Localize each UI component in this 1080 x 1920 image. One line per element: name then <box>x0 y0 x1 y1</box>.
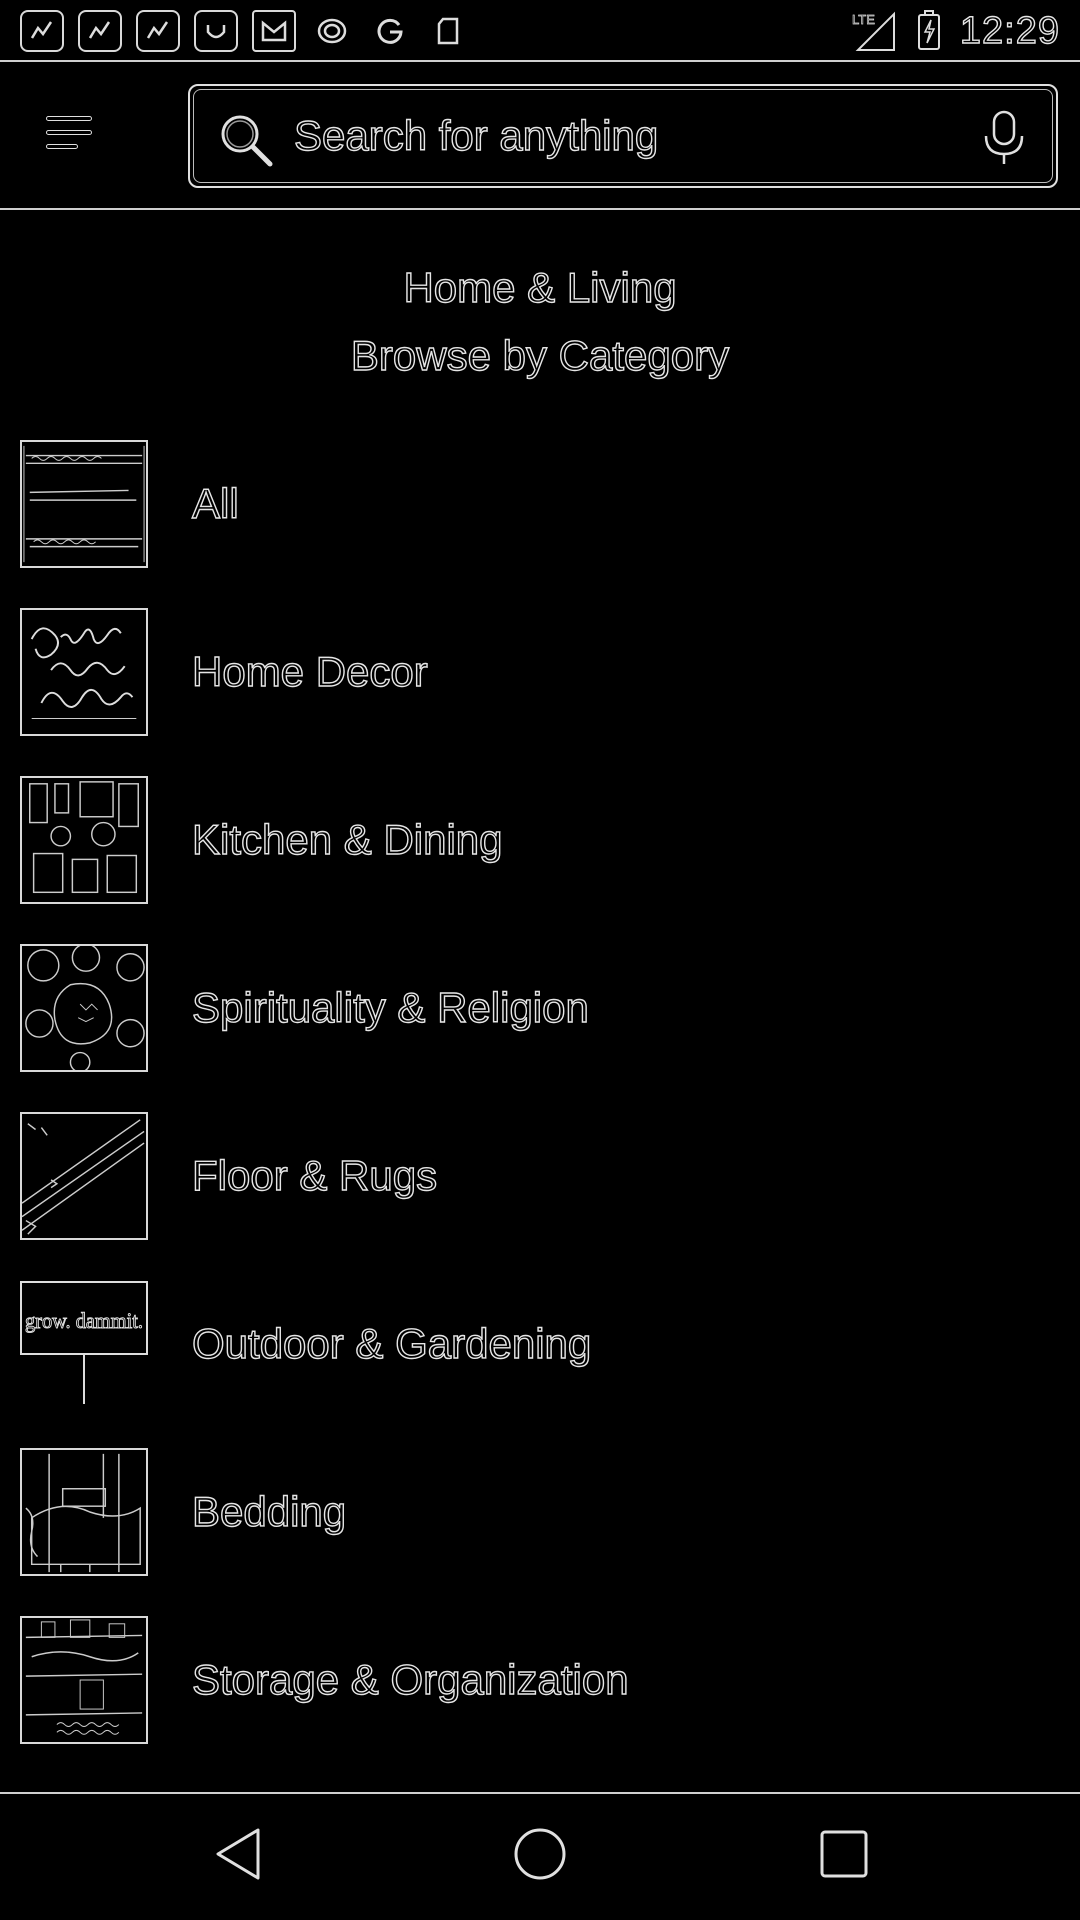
home-circle-icon <box>514 1828 566 1880</box>
google-icon <box>368 10 412 52</box>
category-label: Storage & Organization <box>191 1655 629 1703</box>
shopping-bag-icon <box>194 10 238 52</box>
battery-charging-icon <box>917 10 940 50</box>
recents-button[interactable] <box>812 1822 876 1886</box>
handwritten-sign-thumbnail <box>20 440 148 568</box>
chart-app-icon <box>136 10 180 52</box>
back-triangle-icon <box>216 1828 260 1880</box>
category-item-all[interactable]: All <box>0 420 1080 588</box>
rug-thumbnail <box>20 1112 148 1240</box>
system-nav-bar <box>0 1792 1080 1920</box>
category-label: Bedding <box>191 1487 347 1535</box>
chart-app-icon <box>78 10 122 52</box>
hamburger-menu-icon[interactable] <box>46 114 98 154</box>
category-item-storage-organization[interactable]: Storage & Organization <box>0 1596 1080 1764</box>
search-icon <box>221 115 273 167</box>
category-item-spirituality-religion[interactable]: Spirituality & Religion <box>0 924 1080 1092</box>
search-bar[interactable] <box>188 84 1058 188</box>
page-heading: Home & Living Browse by Category <box>0 260 1080 384</box>
gmail-icon <box>252 10 296 52</box>
page-title: Home & Living <box>403 263 678 311</box>
notification-icons <box>20 10 470 52</box>
status-bar: LTE 12:29 <box>0 0 1080 62</box>
chart-app-icon <box>20 10 64 52</box>
category-item-floor-rugs[interactable]: Floor & Rugs <box>0 1092 1080 1260</box>
shelf-storage-thumbnail <box>20 1616 148 1744</box>
category-label: Kitchen & Dining <box>191 815 503 863</box>
category-item-home-decor[interactable]: Home Decor <box>0 588 1080 756</box>
home-button[interactable] <box>508 1822 572 1886</box>
lte-label: LTE <box>852 12 875 27</box>
category-item-outdoor-gardening[interactable]: grow. dammit. Outdoor & Gardening <box>0 1260 1080 1428</box>
category-label: Floor & Rugs <box>191 1151 438 1199</box>
bedroom-thumbnail <box>20 1448 148 1576</box>
search-input[interactable] <box>294 104 934 168</box>
category-label: Outdoor & Gardening <box>191 1319 592 1367</box>
recents-square-icon <box>820 1830 868 1878</box>
page-subtitle: Browse by Category <box>350 331 730 379</box>
category-label: Home Decor <box>191 647 428 695</box>
garden-sign-text: grow. dammit. <box>25 1308 143 1333</box>
app-bar <box>0 62 1080 210</box>
ring-app-icon <box>310 10 354 52</box>
back-button[interactable] <box>204 1822 268 1886</box>
crystals-thumbnail <box>20 944 148 1072</box>
category-label: Spirituality & Religion <box>191 983 589 1031</box>
category-label: All <box>191 479 239 527</box>
category-item-kitchen-dining[interactable]: Kitchen & Dining <box>0 756 1080 924</box>
drunk-in-love-script-thumbnail <box>20 608 148 736</box>
category-item-bedding[interactable]: Bedding <box>0 1428 1080 1596</box>
garden-sign-thumbnail: grow. dammit. <box>20 1280 148 1408</box>
lte-signal-icon: LTE <box>852 11 895 51</box>
category-list: All Home Decor Kitchen & Dining Spiritua… <box>0 420 1080 1764</box>
clock: 12:29 <box>959 9 1060 52</box>
sd-card-icon <box>426 10 470 52</box>
kitchen-items-thumbnail <box>20 776 148 904</box>
microphone-icon[interactable] <box>982 110 1026 166</box>
